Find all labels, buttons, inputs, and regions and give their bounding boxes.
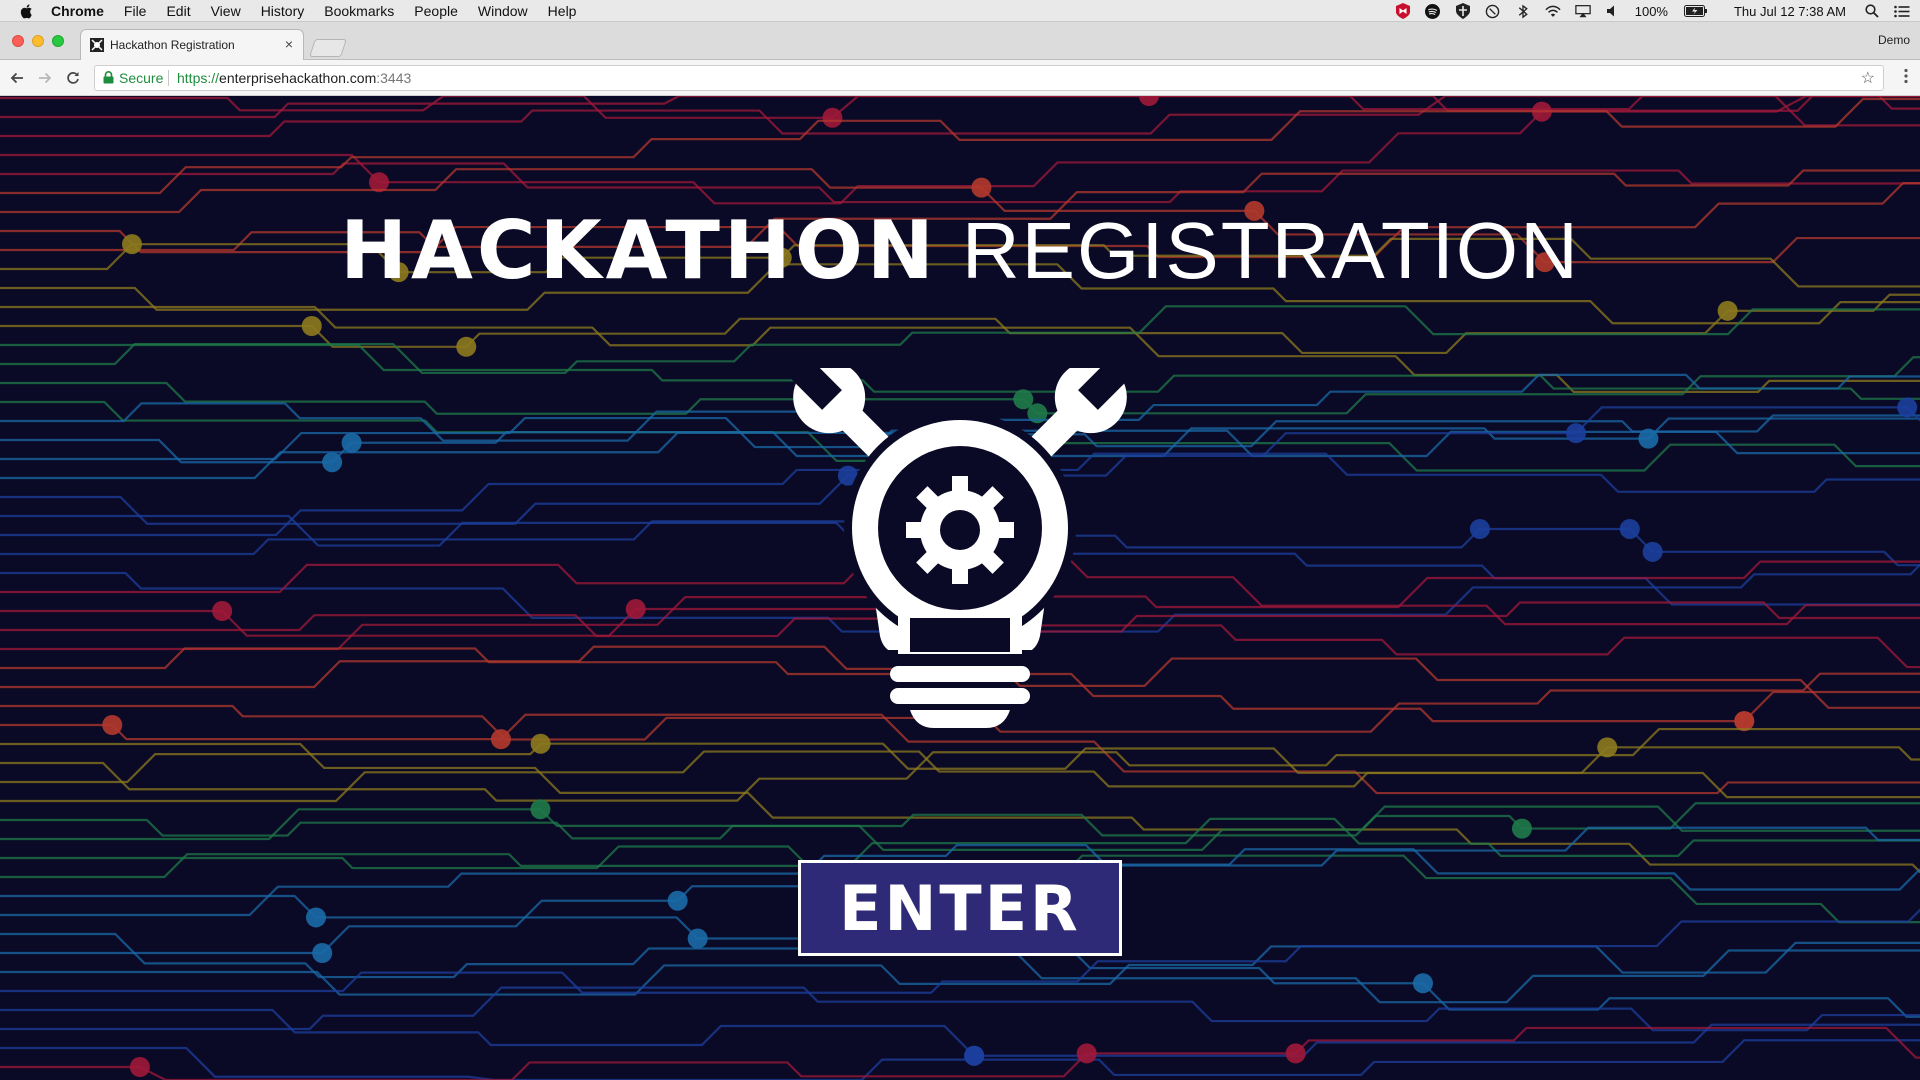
- title-bold-word: HACKATHON: [340, 204, 938, 297]
- circuit-node: [1469, 518, 1490, 539]
- url-text[interactable]: https://enterprisehackathon.com:3443: [177, 70, 411, 86]
- airplay-icon[interactable]: [1575, 3, 1591, 19]
- spotlight-search-icon[interactable]: [1864, 3, 1880, 19]
- favicon-icon: [90, 38, 104, 52]
- circuit-trace: [0, 805, 1920, 840]
- menu-history[interactable]: History: [261, 3, 305, 19]
- menu-edit[interactable]: Edit: [166, 3, 190, 19]
- window-minimize-button[interactable]: [32, 35, 44, 47]
- address-bar[interactable]: Secure https://enterprisehackathon.com:3…: [94, 65, 1884, 91]
- circuit-node: [667, 890, 688, 911]
- bluetooth-icon[interactable]: [1515, 3, 1531, 19]
- circuit-node: [305, 907, 326, 928]
- circuit-trace: [0, 96, 1920, 138]
- circuit-trace: [0, 1026, 1920, 1080]
- magnifier-icon[interactable]: [1485, 3, 1501, 19]
- circuit-node: [1897, 397, 1918, 418]
- circuit-node: [530, 799, 551, 820]
- circuit-node: [102, 715, 123, 735]
- apple-icon[interactable]: [19, 3, 35, 19]
- circuit-node: [456, 336, 477, 357]
- menu-file[interactable]: File: [124, 3, 147, 19]
- reload-icon: [67, 72, 79, 84]
- menu-chrome[interactable]: Chrome: [51, 3, 104, 19]
- circuit-node: [301, 316, 322, 336]
- circuit-node: [530, 733, 551, 754]
- profile-name[interactable]: Demo: [1878, 33, 1910, 47]
- circuit-node: [1076, 1043, 1097, 1064]
- circuit-node: [971, 177, 992, 198]
- battery-icon[interactable]: [1683, 3, 1708, 19]
- circuit-trace: [0, 1039, 1920, 1080]
- window-close-button[interactable]: [12, 35, 24, 47]
- circuit-node: [312, 943, 333, 963]
- circuit-node: [1597, 737, 1618, 758]
- spotify-icon[interactable]: [1425, 3, 1441, 19]
- browser-tab[interactable]: Hackathon Registration ×: [80, 29, 304, 60]
- page-content: HACKATHON REGISTRATION ENTER: [0, 96, 1920, 1080]
- browser-toolbar: Secure https://enterprisehackathon.com:3…: [0, 60, 1920, 96]
- reload-button[interactable]: [64, 69, 82, 87]
- circuit-node: [1511, 818, 1532, 839]
- circuit-node: [129, 1057, 150, 1077]
- shield-icon[interactable]: [1455, 3, 1471, 19]
- back-arrow-icon: [10, 72, 23, 84]
- circuit-node: [1412, 973, 1433, 994]
- circuit-node: [625, 599, 646, 620]
- secure-label[interactable]: Secure: [119, 70, 163, 86]
- battery-percent: 100%: [1634, 3, 1668, 19]
- browser-tab-strip: Hackathon Registration × Demo: [0, 22, 1920, 60]
- omnibox-divider: [168, 70, 169, 86]
- menu-bookmarks[interactable]: Bookmarks: [324, 3, 394, 19]
- notification-center-icon[interactable]: [1894, 3, 1910, 19]
- menu-people[interactable]: People: [414, 3, 458, 19]
- circuit-node: [964, 1045, 985, 1066]
- circuit-trace: [0, 97, 1920, 195]
- chrome-menu-button[interactable]: [1904, 68, 1908, 89]
- more-vert-icon: [1904, 68, 1908, 84]
- circuit-trace: [0, 986, 1920, 1032]
- circuit-node: [1642, 541, 1663, 562]
- window-zoom-button[interactable]: [52, 35, 64, 47]
- circuit-node: [1619, 518, 1640, 539]
- menu-clock[interactable]: Thu Jul 12 7:38 AM: [1734, 4, 1846, 19]
- page-title: HACKATHON REGISTRATION: [0, 204, 1920, 297]
- tab-close-icon[interactable]: ×: [285, 36, 293, 52]
- lightbulb-gear-wrenches-icon: [778, 368, 1142, 728]
- status-area: 100% Thu Jul 12 7:38 AM: [1395, 0, 1920, 22]
- menu-window[interactable]: Window: [478, 3, 528, 19]
- circuit-node: [1565, 423, 1586, 444]
- menu-view[interactable]: View: [211, 3, 241, 19]
- new-tab-button[interactable]: [309, 39, 347, 57]
- macos-menu-bar: Chrome File Edit View History Bookmarks …: [0, 0, 1920, 22]
- bookmark-star-icon[interactable]: ☆: [1861, 68, 1875, 88]
- forward-button[interactable]: [36, 69, 54, 87]
- circuit-node: [1285, 1043, 1306, 1064]
- wifi-icon[interactable]: [1545, 3, 1561, 19]
- circuit-node: [1138, 96, 1159, 106]
- back-button[interactable]: [8, 69, 26, 87]
- url-scheme: https://: [177, 70, 220, 86]
- circuit-node: [687, 928, 708, 949]
- url-port: :3443: [376, 70, 412, 86]
- lock-icon[interactable]: [103, 71, 114, 87]
- circuit-trace: [0, 162, 1920, 204]
- circuit-node: [1717, 300, 1738, 321]
- circuit-node: [490, 729, 511, 750]
- circuit-trace: [0, 1008, 1920, 1057]
- mcafee-icon[interactable]: [1395, 3, 1411, 19]
- menu-help[interactable]: Help: [548, 3, 577, 19]
- volume-icon[interactable]: [1605, 3, 1621, 19]
- title-light-word: REGISTRATION: [961, 206, 1580, 295]
- tab-title: Hackathon Registration: [110, 38, 235, 52]
- circuit-node: [212, 601, 233, 621]
- circuit-node: [341, 432, 362, 453]
- circuit-node: [322, 452, 343, 473]
- circuit-trace: [0, 305, 1920, 375]
- forward-arrow-icon: [39, 72, 52, 84]
- enter-button[interactable]: ENTER: [798, 860, 1122, 956]
- url-host: enterprisehackathon.com: [219, 70, 377, 86]
- circuit-node: [822, 107, 843, 128]
